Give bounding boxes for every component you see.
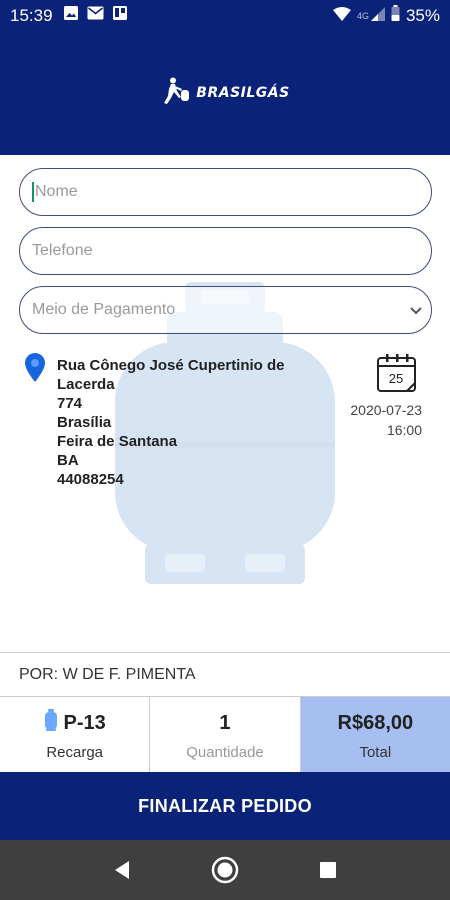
delivery-man-icon — [160, 77, 192, 110]
address-line: Rua Cônego José Cupertinio de — [57, 357, 285, 374]
chevron-down-icon — [401, 306, 431, 315]
delivery-date: 2020-07-23 — [350, 402, 422, 418]
quantity-value: 1 — [219, 711, 231, 734]
image-icon — [63, 5, 79, 26]
delivery-address: Rua Cônego José Cupertinio de Lacerda 77… — [57, 356, 307, 489]
back-icon[interactable] — [102, 850, 142, 890]
phone-input[interactable] — [32, 242, 431, 260]
notification-icons — [63, 5, 128, 26]
product-type: Recarga — [46, 744, 104, 761]
phone-field[interactable] — [19, 227, 432, 275]
payment-method-select[interactable]: Meio de Pagamento — [19, 286, 432, 334]
quantity-label: Quantidade — [186, 744, 264, 761]
product-code: P-13 — [63, 711, 106, 734]
address-line: Feira de Santana — [57, 433, 178, 450]
address-line: Brasília — [57, 414, 112, 431]
location-pin-icon — [24, 353, 46, 388]
address-line: BA — [57, 452, 79, 469]
payment-method-label: Meio de Pagamento — [32, 301, 176, 318]
address-line: 44088254 — [57, 471, 124, 488]
signal-icon — [370, 6, 385, 26]
battery-icon — [391, 5, 400, 26]
brand-logo: BRASILGÁS — [160, 77, 289, 110]
address-line: 774 — [57, 395, 83, 412]
brand-name: BRASILGÁS — [196, 85, 290, 101]
divider — [0, 652, 450, 653]
name-input[interactable] — [34, 183, 431, 201]
text-cursor — [32, 182, 34, 202]
finalize-order-button[interactable]: FINALIZAR PEDIDO — [0, 772, 450, 840]
total-value: R$68,00 — [337, 711, 414, 734]
order-summary: P-13 Recarga 1 Quantidade R$68,00 Total — [0, 696, 450, 772]
app-header: BRASILGÁS — [0, 31, 450, 155]
calendar-icon[interactable]: 25 — [376, 353, 418, 398]
status-time: 15:39 — [10, 5, 53, 25]
network-type: 4G — [356, 10, 369, 21]
delivery-datetime: 2020-07-23 16:00 — [330, 400, 422, 440]
status-bar: 15:39 4G 35% — [0, 0, 450, 31]
board-icon — [112, 5, 128, 26]
mail-icon — [87, 6, 104, 25]
home-icon[interactable] — [205, 850, 245, 890]
address-line: Lacerda — [57, 376, 115, 393]
quantity-cell[interactable]: 1 Quantidade — [150, 697, 301, 772]
battery-percent: 35% — [405, 5, 440, 25]
calendar-day: 25 — [388, 371, 404, 386]
total-label: Total — [359, 744, 392, 761]
gas-cylinder-icon — [44, 709, 58, 737]
system-icons: 4G 35% — [332, 5, 440, 26]
system-nav-bar — [0, 840, 450, 900]
name-field[interactable] — [19, 168, 432, 216]
seller-label: POR: W DE F. PIMENTA — [19, 666, 196, 683]
delivery-time: 16:00 — [386, 422, 422, 438]
total-cell: R$68,00 Total — [300, 697, 450, 772]
product-cell[interactable]: P-13 Recarga — [0, 697, 151, 772]
recents-icon[interactable] — [308, 850, 348, 890]
wifi-icon — [332, 6, 351, 26]
